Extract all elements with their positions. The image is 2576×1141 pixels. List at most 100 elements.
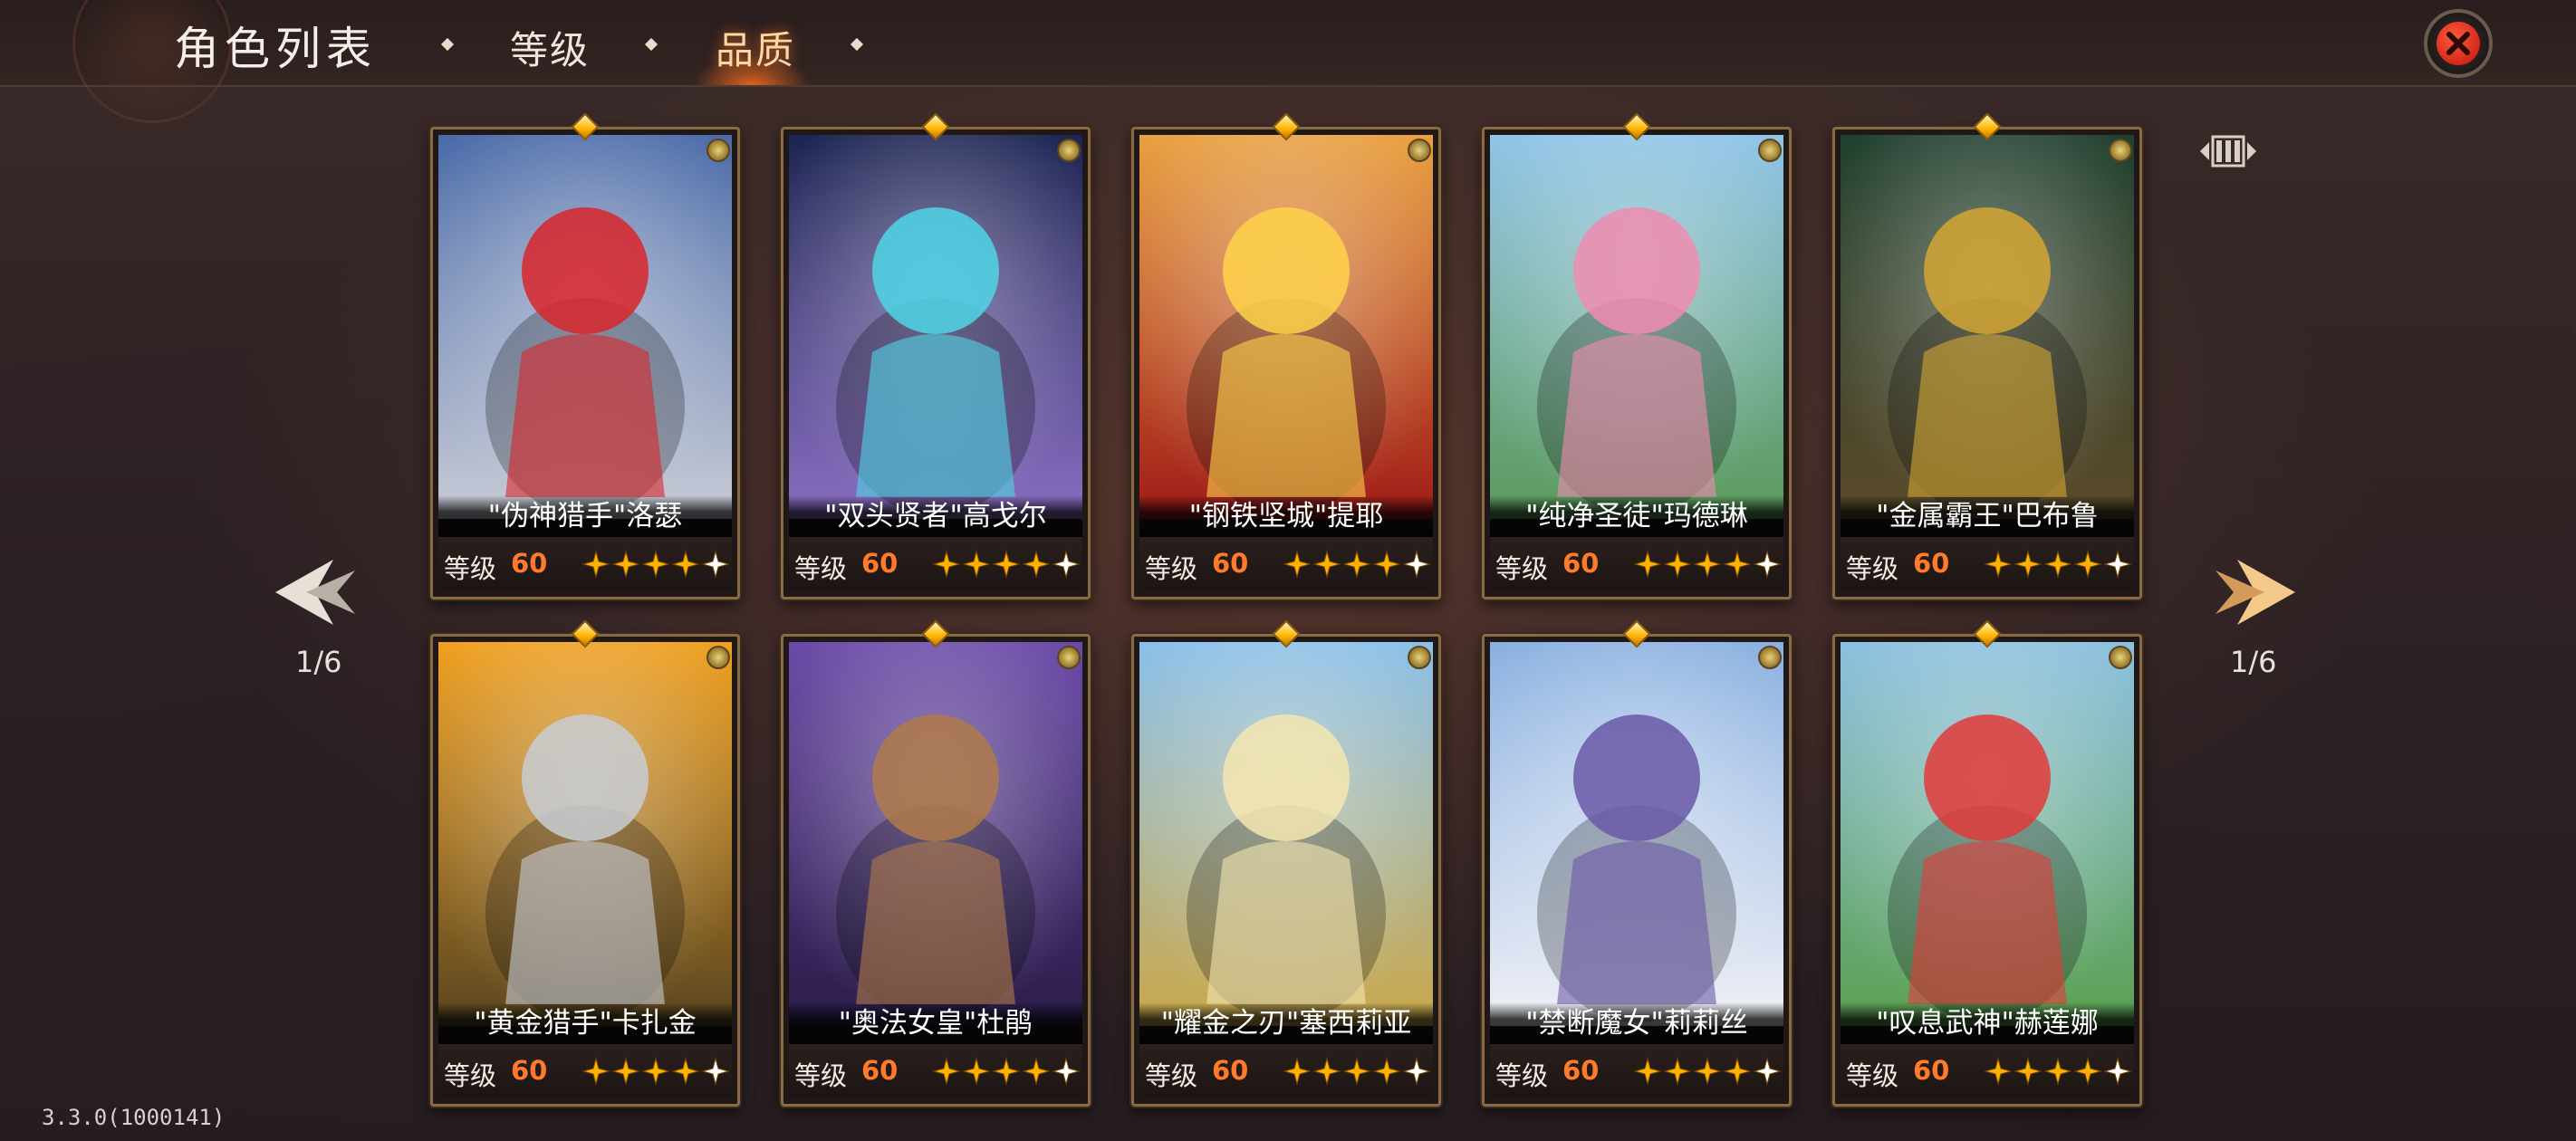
level-value: 60: [1913, 548, 1950, 579]
character-card[interactable]: "耀金之刃"塞西莉亚等级 60: [1131, 619, 1441, 1107]
star-icon: [2014, 1057, 2043, 1086]
card-footer: 等级 60: [1490, 1044, 1783, 1098]
star-icon: [671, 550, 700, 579]
close-button[interactable]: [2424, 9, 2493, 78]
star-icon: [1372, 1057, 1401, 1086]
character-name: "钢铁坚城"提耶: [1139, 495, 1433, 537]
character-card[interactable]: "钢铁坚城"提耶等级 60: [1131, 112, 1441, 599]
character-card[interactable]: "奥法女皇"杜鹃 等级 60: [781, 619, 1091, 1107]
star-icon: [1633, 1057, 1662, 1086]
character-portrait: [438, 135, 732, 519]
star-icon: [932, 1057, 961, 1086]
star-rating: [1283, 1057, 1431, 1086]
character-name: "金属霸王"巴布鲁: [1841, 495, 2134, 537]
star-icon: [962, 1057, 991, 1086]
tab-quality[interactable]: 品质: [716, 20, 795, 75]
star-icon: [1723, 1057, 1752, 1086]
badge-icon: [2109, 139, 2132, 162]
character-card[interactable]: "双头贤者"高戈尔 等级 60: [781, 112, 1091, 599]
level-label: 等级: [794, 1060, 848, 1091]
character-portrait: [1139, 135, 1433, 519]
star-icon: [2014, 550, 2043, 579]
card-footer: 等级 60: [438, 1044, 732, 1098]
page-indicator-left: 1/6: [295, 645, 342, 679]
star-rating: [1633, 1057, 1782, 1086]
character-portrait: [1841, 642, 2134, 1026]
badge-icon: [1408, 139, 1431, 162]
card-footer: 等级 60: [1139, 1044, 1433, 1098]
card-footer: 等级 60: [789, 1044, 1082, 1098]
star-rating: [932, 550, 1081, 579]
level-label: 等级: [1846, 1060, 1899, 1091]
badge-icon: [1758, 646, 1782, 669]
star-icon: [1022, 1057, 1051, 1086]
level-value: 60: [511, 1055, 548, 1086]
star-icon: [1342, 1057, 1371, 1086]
card-footer: 等级 60: [789, 537, 1082, 591]
character-name: "纯净圣徒"玛德琳: [1490, 495, 1783, 537]
arrow-right-icon: [2216, 560, 2295, 625]
level-label: 等级: [444, 553, 497, 584]
grid-view-icon[interactable]: [2196, 122, 2260, 180]
star-icon: [701, 550, 730, 579]
star-icon: [1283, 550, 1312, 579]
level-label: 等级: [444, 1060, 497, 1091]
level-value: 60: [1212, 1055, 1249, 1086]
character-portrait: [1841, 135, 2134, 519]
level-value: 60: [1562, 548, 1600, 579]
character-card[interactable]: "纯净圣徒"玛德琳等级 60: [1482, 112, 1792, 599]
star-icon: [1312, 1057, 1341, 1086]
star-icon: [2043, 1057, 2072, 1086]
card-footer: 等级 60: [1841, 537, 2134, 591]
level-value: 60: [511, 548, 548, 579]
star-icon: [2043, 550, 2072, 579]
character-name: "奥法女皇"杜鹃: [789, 1002, 1082, 1044]
star-icon: [1372, 550, 1401, 579]
character-portrait: [1490, 135, 1783, 519]
star-icon: [671, 1057, 700, 1086]
tab-level[interactable]: 等级: [510, 20, 590, 75]
star-rating: [582, 1057, 730, 1086]
badge-icon: [1057, 139, 1081, 162]
star-rating: [932, 1057, 1081, 1086]
star-icon: [1693, 550, 1722, 579]
star-icon: [1402, 1057, 1431, 1086]
badge-icon: [1758, 139, 1782, 162]
card-footer: 等级 60: [1139, 537, 1433, 591]
star-icon: [1723, 550, 1752, 579]
character-name: "伪神猎手"洛瑟: [438, 495, 732, 537]
level-label: 等级: [1495, 553, 1549, 584]
character-card[interactable]: "黄金猎手"卡扎金 等级 60: [430, 619, 740, 1107]
next-page-button[interactable]: [2210, 547, 2301, 638]
star-icon: [2103, 1057, 2132, 1086]
character-portrait: [1490, 642, 1783, 1026]
level-label: 等级: [1145, 553, 1198, 584]
level-value: 60: [1562, 1055, 1600, 1086]
star-rating: [1283, 550, 1431, 579]
version-label: 3.3.0(1000141): [42, 1105, 226, 1130]
character-card[interactable]: "伪神猎手"洛瑟等级 60: [430, 112, 740, 599]
level-value: 60: [1212, 548, 1249, 579]
star-rating: [1633, 550, 1782, 579]
star-icon: [582, 1057, 610, 1086]
level-value: 60: [861, 548, 899, 579]
star-icon: [1342, 550, 1371, 579]
level-value: 60: [1913, 1055, 1950, 1086]
arrow-left-icon: [275, 560, 355, 625]
star-icon: [1753, 1057, 1782, 1086]
prev-page-button[interactable]: [270, 547, 360, 638]
star-icon: [1663, 550, 1692, 579]
character-name: "耀金之刃"塞西莉亚: [1139, 1002, 1433, 1044]
level-label: 等级: [1145, 1060, 1198, 1091]
character-portrait: [1139, 642, 1433, 1026]
star-icon: [1984, 1057, 2013, 1086]
character-card[interactable]: "叹息武神"赫莲娜 等级 60: [1832, 619, 2142, 1107]
star-icon: [2073, 1057, 2102, 1086]
star-icon: [611, 1057, 640, 1086]
character-card[interactable]: "禁断魔女"莉莉丝 等级 60: [1482, 619, 1792, 1107]
star-icon: [1312, 550, 1341, 579]
character-card[interactable]: "金属霸王"巴布鲁 等级 60: [1832, 112, 2142, 599]
star-icon: [992, 550, 1021, 579]
close-icon: [2437, 22, 2480, 65]
star-icon: [1633, 550, 1662, 579]
